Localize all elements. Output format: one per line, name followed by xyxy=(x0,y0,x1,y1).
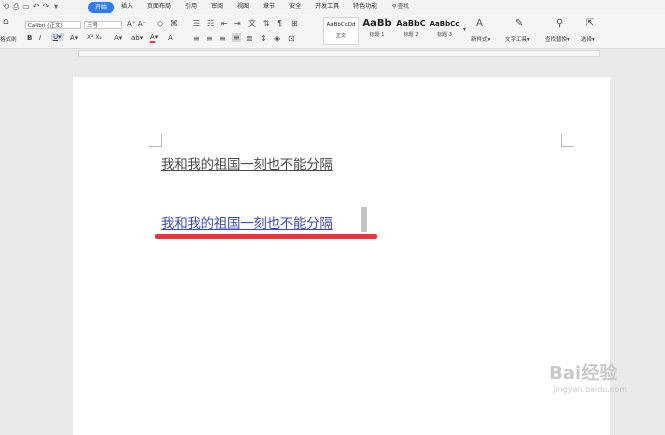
search-icon: ⚲ xyxy=(392,4,397,10)
margin-corner-top-left xyxy=(149,134,162,147)
increase-indent-icon[interactable]: ⇥ xyxy=(234,19,241,28)
select-cursor-icon[interactable]: ⇱ xyxy=(586,19,594,29)
text-cursor xyxy=(361,207,367,232)
tab-6[interactable]: 章节 xyxy=(256,1,282,13)
align-right-icon[interactable]: ≡ xyxy=(219,34,226,43)
new-style-label[interactable]: 新样式▾ xyxy=(471,36,490,44)
new-style-icon[interactable]: A xyxy=(476,19,483,29)
align-left-icon[interactable]: ≡ xyxy=(193,34,200,43)
search-label: 查找 xyxy=(397,4,409,10)
text-tools-icon[interactable]: ✎ xyxy=(515,19,523,29)
strikethrough-button[interactable]: A▾ xyxy=(70,34,78,42)
tab-3[interactable]: 引用 xyxy=(178,1,204,13)
phonetic-icon[interactable]: ⌘ xyxy=(170,19,178,28)
font-size-select[interactable]: 三号 xyxy=(84,21,122,29)
find-replace-text: 查找替换 xyxy=(545,37,568,43)
tab-0[interactable]: 开始 xyxy=(88,2,115,13)
horizontal-ruler xyxy=(0,49,665,58)
tab-2[interactable]: 页面布局 xyxy=(140,1,178,13)
document-page[interactable] xyxy=(73,77,610,435)
distributed-icon[interactable]: ≣ xyxy=(246,34,253,43)
styles-more-icon[interactable]: ▾ xyxy=(463,25,466,34)
text-tools-label[interactable]: 文字工具▾ xyxy=(505,36,530,44)
select-label[interactable]: 选择▾ xyxy=(581,36,595,44)
font-name-select[interactable]: Calibri (正文) xyxy=(25,21,81,29)
dropdown-icon[interactable]: ▾ xyxy=(52,2,60,11)
highlight-underline-mark xyxy=(155,234,377,239)
find-replace-label[interactable]: 查找替换▾ xyxy=(545,36,570,44)
style-name: 正文 xyxy=(335,33,346,39)
quick-access-toolbar: ⟲ ⎙ ▭ ↶ ↷ ▾ xyxy=(2,2,60,11)
tab-9[interactable]: 特色功能 xyxy=(346,1,384,13)
ribbon-tabs: 开始 插入 页面布局 引用 审阅 视图 章节 安全 开发工具 特色功能 xyxy=(88,1,384,13)
text-line-original[interactable]: 我和我的祖国一刻也不能分隔 xyxy=(161,153,333,173)
font-color-button[interactable]: A▾ xyxy=(150,33,158,43)
char-border-button[interactable]: A xyxy=(168,34,173,42)
text-effect-button[interactable]: A▾ xyxy=(114,34,122,42)
show-marks-icon[interactable]: ¶ xyxy=(277,19,282,28)
sort-icon[interactable]: ⇅ xyxy=(263,19,270,28)
preview-icon[interactable]: ▭ xyxy=(22,2,30,11)
text-tools-text: 文字工具 xyxy=(505,37,528,43)
style-name: 标题 2 xyxy=(403,32,419,38)
superscript-button[interactable]: X² X₂ xyxy=(87,34,102,42)
grow-font-button[interactable]: A⁺ A⁻ xyxy=(127,20,146,28)
ruler-scale[interactable] xyxy=(78,50,600,57)
select-text: 选择 xyxy=(581,37,593,43)
style-heading-1[interactable]: AaBb 标题 1 xyxy=(360,17,394,45)
decrease-indent-icon[interactable]: ⇤ xyxy=(221,19,228,28)
style-name: 标题 1 xyxy=(369,32,385,38)
shading-icon[interactable]: ◈ xyxy=(274,34,280,43)
watermark: Bai经验 jingyan.baidu.com xyxy=(549,363,627,395)
align-center-icon[interactable]: ≡ xyxy=(206,34,213,43)
redo-icon[interactable]: ↷ xyxy=(42,2,50,11)
format-painter-label[interactable]: 格式刷 xyxy=(0,36,17,44)
line-spacing-icon[interactable]: ↕ xyxy=(260,34,267,43)
tab-8[interactable]: 开发工具 xyxy=(308,1,346,13)
tab-1[interactable]: 插入 xyxy=(114,1,140,13)
style-heading-3[interactable]: AaBbCc 标题 3 xyxy=(428,17,461,45)
chinese-layout-icon[interactable]: 文 xyxy=(248,19,256,28)
tab-5[interactable]: 视图 xyxy=(230,1,256,13)
style-sample: AaBbC xyxy=(396,19,426,28)
save-icon[interactable]: ⟲ xyxy=(2,2,10,11)
style-sample: AaBb xyxy=(362,18,392,29)
format-painter-icon[interactable]: ⌂ xyxy=(3,18,9,27)
tab-7[interactable]: 安全 xyxy=(282,1,308,13)
style-heading-2[interactable]: AaBbC 标题 2 xyxy=(395,17,427,45)
borders-icon[interactable]: ⊡ xyxy=(288,34,295,43)
watermark-brand: Bai经验 xyxy=(549,363,618,384)
table-icon[interactable]: ⊞ xyxy=(291,19,298,28)
watermark-url: jingyan.baidu.com xyxy=(553,385,627,394)
style-normal[interactable]: AaBbCcDd 正文 xyxy=(323,17,359,45)
ribbon: ⌂ 格式刷 Calibri (正文) 三号 A⁺ A⁻ ◇ ⌘ B I U▾ A… xyxy=(0,15,665,49)
bullet-list-icon[interactable]: ☰ xyxy=(193,19,200,28)
style-sample: AaBbCcDd xyxy=(326,22,356,28)
highlight-button[interactable]: ab▾ xyxy=(131,34,143,42)
undo-icon[interactable]: ↶ xyxy=(32,2,40,11)
underline-button[interactable]: U▾ xyxy=(51,33,64,41)
italic-button[interactable]: I xyxy=(39,34,41,42)
margin-corner-top-right xyxy=(561,134,574,147)
style-name: 标题 3 xyxy=(437,32,452,38)
print-icon[interactable]: ⎙ xyxy=(12,2,20,11)
menu-bar: ⟲ ⎙ ▭ ↶ ↷ ▾ 开始 插入 页面布局 引用 审阅 视图 章节 安全 开发工具 特色功能 ⚲… xyxy=(0,0,665,15)
clear-format-icon[interactable]: ◇ xyxy=(157,19,163,28)
numbered-list-icon[interactable]: ☷ xyxy=(207,19,214,28)
style-sample: AaBbCc xyxy=(429,20,460,28)
find-replace-icon[interactable]: ⚲ xyxy=(556,19,563,29)
tab-4[interactable]: 审阅 xyxy=(204,1,230,13)
justify-icon[interactable]: ≡ xyxy=(232,33,241,42)
bold-button[interactable]: B xyxy=(27,34,32,42)
text-line-selected[interactable]: 我和我的祖国一刻也不能分隔 xyxy=(161,212,333,232)
new-style-text: 新样式 xyxy=(471,37,488,43)
search-box[interactable]: ⚲ 查找 xyxy=(392,3,409,11)
